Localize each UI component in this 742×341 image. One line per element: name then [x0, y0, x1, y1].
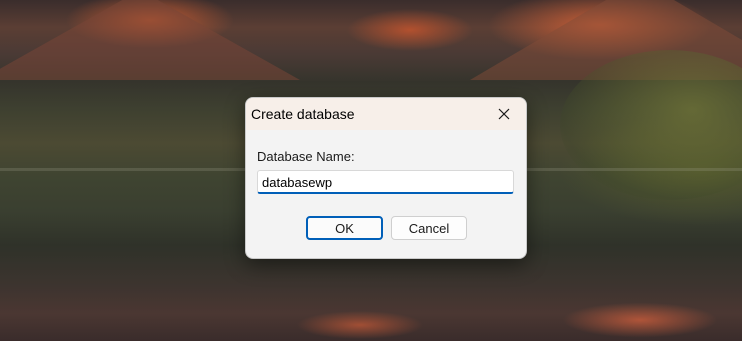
- create-database-dialog: Create database Database Name: OK Cancel: [245, 97, 527, 259]
- close-button[interactable]: [488, 100, 520, 128]
- database-name-input[interactable]: [257, 170, 514, 194]
- dialog-title: Create database: [251, 106, 355, 122]
- wallpaper-mountain-left: [0, 0, 300, 80]
- ok-button[interactable]: OK: [306, 216, 383, 240]
- cancel-button[interactable]: Cancel: [391, 216, 467, 240]
- database-name-label: Database Name:: [257, 149, 355, 164]
- desktop-wallpaper: Create database Database Name: OK Cancel: [0, 0, 742, 341]
- close-icon: [498, 108, 510, 120]
- dialog-title-bar[interactable]: Create database: [246, 98, 526, 130]
